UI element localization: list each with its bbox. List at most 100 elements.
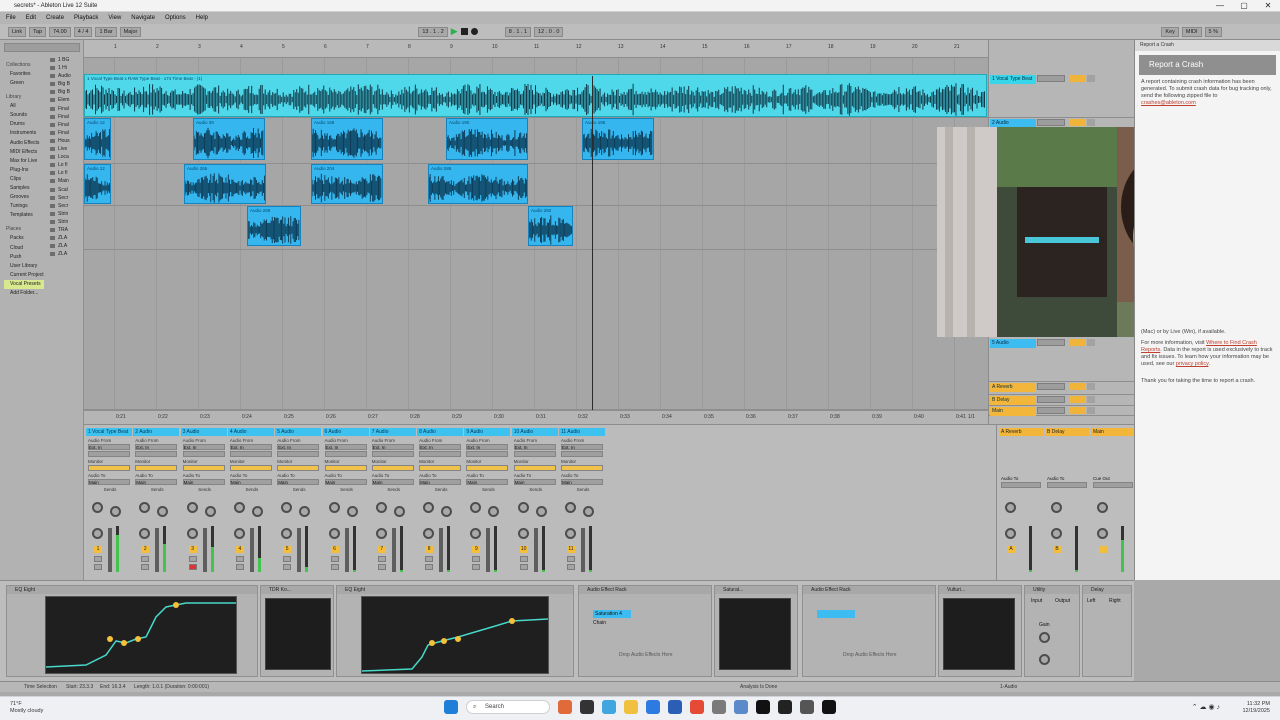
audio-to-select[interactable]	[1047, 482, 1087, 488]
arm-button[interactable]	[94, 564, 102, 570]
audio-to-select[interactable]: Main	[513, 479, 556, 485]
arm-button[interactable]	[235, 564, 244, 570]
windows-start-icon[interactable]	[444, 700, 458, 714]
track-activator-button[interactable]: 6	[330, 546, 339, 553]
return-activator-button[interactable]: B	[1053, 546, 1061, 553]
midi-map-button[interactable]: MIDI	[1181, 26, 1202, 37]
browser-file-item[interactable]: Main	[48, 177, 82, 185]
library-item[interactable]: Max for Live	[4, 157, 44, 166]
browser-file-item[interactable]: Hous	[48, 137, 82, 145]
edge-icon[interactable]	[602, 700, 616, 714]
mixer-strip-name[interactable]: 3 Audio	[180, 428, 227, 436]
track-header[interactable]: 1 Vocal Type Beat	[989, 74, 1135, 118]
browser-file-item[interactable]: Big B	[48, 80, 82, 88]
browser-file-item[interactable]: Final	[48, 129, 82, 137]
scale-key[interactable]: Major	[119, 26, 142, 37]
app-icon-2[interactable]	[734, 700, 748, 714]
send-b-knob[interactable]	[204, 506, 216, 517]
library-item[interactable]: Grooves	[4, 193, 44, 202]
send-a-knob[interactable]	[470, 502, 482, 513]
places-item[interactable]: Add Folder...	[4, 289, 44, 298]
browser-icon[interactable]	[646, 700, 660, 714]
pan-knob[interactable]	[1097, 528, 1108, 539]
arm-button[interactable]	[1087, 119, 1095, 126]
track-header[interactable]: 5 Audio	[989, 338, 1135, 382]
audio-from-select[interactable]: Ext. In	[88, 444, 130, 450]
utility-width-knob[interactable]	[1039, 654, 1050, 665]
device-tdr-kotelnikov[interactable]: TDR Ko...	[260, 585, 334, 677]
browser-file-item[interactable]: Elem	[48, 96, 82, 104]
arm-button[interactable]	[425, 564, 434, 570]
browser-file-item[interactable]: 1 Hi	[48, 64, 82, 72]
solo-button[interactable]	[425, 556, 434, 562]
send-knob[interactable]	[1097, 502, 1108, 513]
track-activator-button[interactable]: 9	[472, 546, 481, 553]
mixer-strip-name[interactable]: 9 Audio	[464, 428, 511, 436]
arm-button[interactable]	[472, 564, 481, 570]
browser-file-item[interactable]: Loca	[48, 153, 82, 161]
volume-fader[interactable]	[533, 528, 538, 572]
library-item[interactable]: Audio Effects	[4, 139, 44, 148]
places-item[interactable]: Cloud	[4, 244, 44, 253]
system-tray[interactable]: ⌃ ☁ ◉ ♪	[1192, 703, 1220, 711]
audio-clip[interactable]: Audio 265	[184, 164, 266, 204]
send-a-knob[interactable]	[375, 502, 387, 513]
audio-from-select[interactable]: Ext. In	[135, 444, 178, 450]
utility-gain-knob[interactable]	[1039, 632, 1050, 643]
audio-to-select[interactable]: Main	[466, 479, 509, 485]
pan-knob[interactable]	[92, 528, 103, 539]
audio-from-select[interactable]: Ext. In	[229, 444, 272, 450]
monitor-select[interactable]	[466, 465, 509, 471]
solo-button[interactable]	[472, 556, 481, 562]
places-item[interactable]: User Library	[4, 262, 44, 271]
track-activator-button[interactable]: 5	[283, 546, 292, 553]
input-channel-select[interactable]	[324, 451, 367, 457]
mixer-strip-name[interactable]: 8 Audio	[417, 428, 464, 436]
device-utility[interactable]: Utility Input Output Gain	[1024, 585, 1080, 677]
monitor-select[interactable]	[182, 465, 225, 471]
link-button[interactable]: Link	[8, 26, 27, 37]
mixer-strip-name[interactable]: 4 Audio	[227, 428, 274, 436]
audio-clip[interactable]: Audio 190	[446, 118, 528, 160]
collection-favorites[interactable]: Favorites	[4, 70, 44, 79]
places-item[interactable]: Packs	[4, 234, 44, 243]
audio-from-select[interactable]: Ext. In	[561, 444, 603, 450]
track-name[interactable]: Main	[990, 407, 1036, 416]
solo-button[interactable]	[330, 556, 339, 562]
solo-button[interactable]	[235, 556, 244, 562]
arm-button[interactable]	[1087, 339, 1095, 346]
track-io-select[interactable]	[1037, 396, 1065, 403]
send-b-knob[interactable]	[299, 506, 311, 517]
browser-file-item[interactable]: Scal	[48, 186, 82, 194]
arm-button[interactable]	[141, 564, 150, 570]
audio-to-select[interactable]: Main	[371, 479, 414, 485]
volume-fader[interactable]	[391, 528, 396, 572]
task-view-icon[interactable]	[580, 700, 594, 714]
send-a-knob[interactable]	[565, 502, 576, 513]
mixer-strip-name[interactable]: 5 Audio	[275, 428, 322, 436]
track-io-select[interactable]	[1037, 75, 1065, 82]
bar-ruler[interactable]: 1 2 3 4 5 6 7 8 9 10 11 12 13 14 15 16 17 18 19 20 21	[84, 40, 990, 58]
volume-fader[interactable]	[297, 528, 302, 572]
solo-button[interactable]	[188, 556, 197, 562]
browser-file-item[interactable]: Secr	[48, 202, 82, 210]
track-name[interactable]: A Reverb	[990, 383, 1036, 392]
app-icon-4[interactable]	[822, 700, 836, 714]
input-channel-select[interactable]	[513, 451, 556, 457]
minimize-button[interactable]: —	[1208, 1, 1232, 10]
track-header[interactable]: A Reverb	[989, 382, 1135, 395]
app-icon-1[interactable]	[558, 700, 572, 714]
solo-button[interactable]	[519, 556, 528, 562]
time-ruler[interactable]: 0:21 0:22 0:23 0:24 0:25 0:26 0:27 0:28 0:29 0:30…	[84, 410, 990, 424]
send-b-knob[interactable]	[441, 506, 453, 517]
volume-fader[interactable]	[249, 528, 254, 572]
input-channel-select[interactable]	[135, 451, 178, 457]
track-name[interactable]: B Delay	[990, 396, 1036, 405]
library-item[interactable]: Samples	[4, 184, 44, 193]
track-io-select[interactable]	[1037, 339, 1065, 346]
device-eq-eight-2[interactable]: EQ Eight	[336, 585, 574, 677]
audio-from-select[interactable]: Ext. In	[513, 444, 556, 450]
pan-knob[interactable]	[328, 528, 340, 539]
audio-to-select[interactable]: Main	[229, 479, 272, 485]
record-icon[interactable]	[470, 28, 478, 35]
